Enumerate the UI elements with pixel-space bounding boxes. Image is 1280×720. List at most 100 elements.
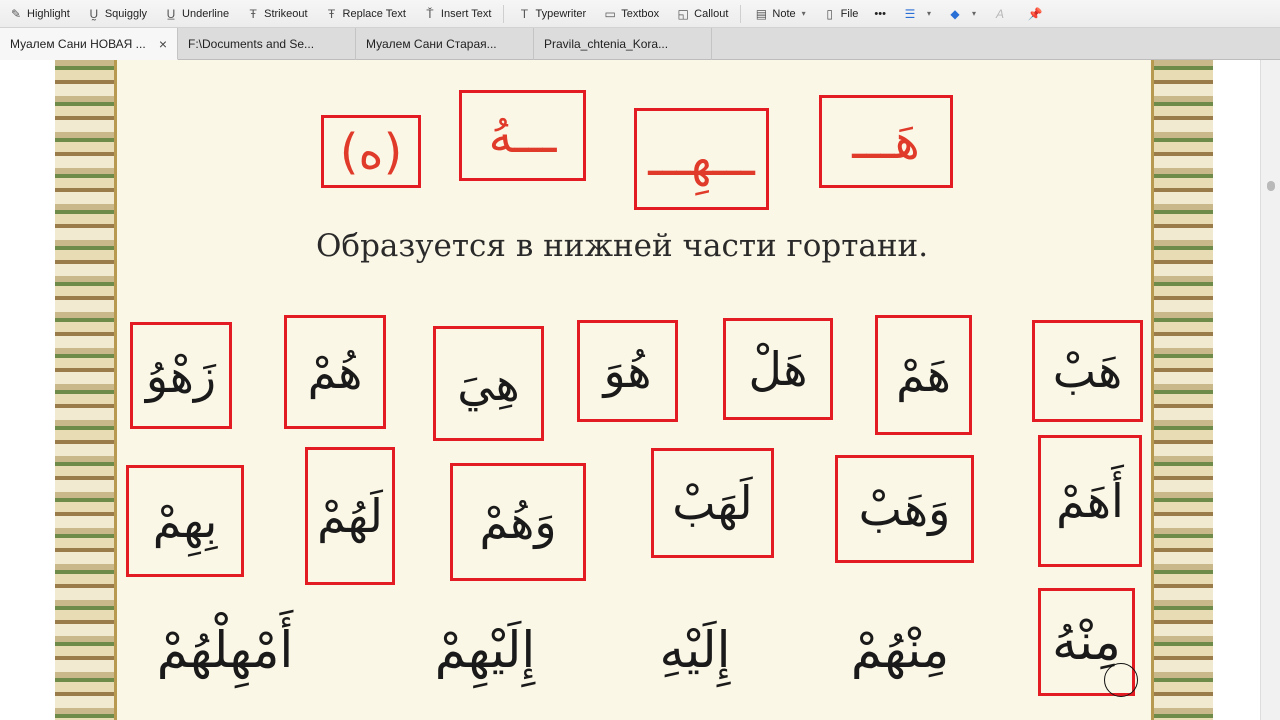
tab-document-3[interactable]: Муалем Сани Старая... xyxy=(356,28,534,60)
tab-document-4[interactable]: Pravila_chtenia_Kora... xyxy=(534,28,712,60)
chevron-down-icon: ▾ xyxy=(801,9,806,18)
squiggly-icon: Ṵ xyxy=(89,6,99,21)
word-box: زَهْوُ xyxy=(130,322,232,429)
tab-label: Муалем Сани НОВАЯ ... xyxy=(10,36,146,51)
textbox-label: Textbox xyxy=(621,7,660,20)
tab-label: F:\Documents and Se... xyxy=(188,37,315,51)
toolbar-divider xyxy=(740,4,742,23)
arabic-word: مِنْهُمْ xyxy=(850,621,950,679)
underline-icon: U̲ xyxy=(166,6,176,21)
typewriter-icon: T xyxy=(520,6,529,21)
letter-form-isolated: (ه) xyxy=(339,123,403,180)
strikeout-icon: Ŧ xyxy=(249,6,257,21)
arabic-word: لَهُمْ xyxy=(317,489,383,543)
arabic-word: هَمْ xyxy=(896,348,951,402)
arabic-word: هِيَ xyxy=(457,356,520,411)
toolbar-divider xyxy=(503,4,505,23)
letter-form-box: هَـــ xyxy=(819,95,953,188)
underline-label: Underline xyxy=(182,7,230,20)
note-tool[interactable]: ▤ Note ▾ xyxy=(745,0,813,28)
arabic-word: إِلَيْهِ xyxy=(659,621,731,679)
word-box: هِيَ xyxy=(433,326,544,441)
strikeout-tool[interactable]: Ŧ Strikeout xyxy=(237,0,315,28)
replace-text-label: Replace Text xyxy=(342,7,406,20)
more-button[interactable]: ••• xyxy=(866,0,894,28)
textbox-icon: ▭ xyxy=(604,6,616,21)
highlight-tool[interactable]: ✎ Highlight xyxy=(0,0,78,28)
arabic-word: أَمْهِلْهُمْ xyxy=(156,621,294,679)
arabic-word: إِلَيْهِمْ xyxy=(434,621,536,679)
insert-text-label: Insert Text xyxy=(440,7,492,20)
mouse-cursor-indicator xyxy=(1104,663,1138,697)
callout-label: Callout xyxy=(694,7,729,20)
typewriter-tool[interactable]: T Typewriter xyxy=(508,0,594,28)
note-icon: ▤ xyxy=(755,6,768,21)
file-tool[interactable]: ▯ File xyxy=(814,0,867,28)
word-box: هَلْ xyxy=(723,318,833,420)
fill-color-button[interactable]: ◆ ▾ xyxy=(939,0,984,28)
document-tabs: Муалем Сани НОВАЯ ... × F:\Documents and… xyxy=(0,28,1280,60)
arabic-word: وَهُمْ xyxy=(479,495,557,549)
more-label: ••• xyxy=(874,7,886,20)
tab-label: Pravila_chtenia_Kora... xyxy=(544,37,669,51)
word-box: هُمْ xyxy=(284,315,386,429)
arabic-word: وَهَبْ xyxy=(858,482,951,536)
squiggly-label: Squiggly xyxy=(104,7,148,20)
highlight-icon: ✎ xyxy=(10,6,22,21)
note-label: Note xyxy=(772,7,796,20)
line-style-button[interactable]: ☰ ▾ xyxy=(894,0,939,28)
word-box: لَهَبْ xyxy=(651,448,774,558)
arabic-word: مِنْهُ xyxy=(1052,613,1121,671)
file-label: File xyxy=(840,7,859,20)
replace-text-icon: Ŧ xyxy=(327,6,336,21)
word-box: هَبْ xyxy=(1032,320,1143,422)
arabic-word: هَلْ xyxy=(748,342,808,396)
word-box: هُوَ xyxy=(577,320,678,422)
annotation-toolbar: ✎ Highlight Ṵ Squiggly U̲ Underline Ŧ Strike… xyxy=(0,0,1280,28)
scrollbar-thumb[interactable] xyxy=(1267,181,1275,191)
word-box: لَهُمْ xyxy=(305,447,395,585)
word-box: أَهَمْ xyxy=(1038,435,1142,567)
strikeout-label: Strikeout xyxy=(264,7,308,20)
pin-button[interactable]: 📌 xyxy=(1019,0,1054,28)
arabic-word: لَهَبْ xyxy=(672,476,753,530)
typewriter-label: Typewriter xyxy=(535,7,587,20)
word-box: بِهِمْ xyxy=(126,465,244,577)
ornamental-border-left xyxy=(55,60,117,720)
pin-icon: 📌 xyxy=(1027,6,1043,21)
squiggly-tool[interactable]: Ṵ Squiggly xyxy=(78,0,155,28)
word-box: هَمْ xyxy=(875,315,972,435)
underline-tool[interactable]: U̲ Underline xyxy=(155,0,237,28)
callout-tool[interactable]: ◱ Callout xyxy=(667,0,736,28)
arabic-word: هُمْ xyxy=(307,345,363,399)
highlight-label: Highlight xyxy=(27,7,70,20)
fill-color-icon: ◆ xyxy=(950,6,960,21)
letter-form-medial: ـــهِـــ xyxy=(648,131,755,187)
arabic-word: أَهَمْ xyxy=(1056,474,1124,528)
word-box: وَهَبْ xyxy=(835,455,974,563)
file-icon: ▯ xyxy=(826,6,833,21)
arabic-word: زَهْوُ xyxy=(145,348,217,403)
close-icon[interactable]: × xyxy=(159,36,167,52)
arabic-word: هُوَ xyxy=(603,344,652,398)
vertical-scrollbar[interactable] xyxy=(1260,60,1280,720)
chevron-down-icon: ▾ xyxy=(971,9,976,18)
tab-label: Муалем Сани Старая... xyxy=(366,37,497,51)
insert-text-icon: Ť xyxy=(426,6,434,21)
tab-document-1[interactable]: Муалем Сани НОВАЯ ... × xyxy=(0,28,178,60)
word-box: وَهُمْ xyxy=(450,463,586,581)
replace-text-tool[interactable]: Ŧ Replace Text xyxy=(316,0,414,28)
font-style-button[interactable]: A xyxy=(984,0,1019,28)
insert-text-tool[interactable]: Ť Insert Text xyxy=(414,0,500,28)
ornamental-border-right xyxy=(1151,60,1213,720)
letter-form-initial: هَـــ xyxy=(852,113,920,170)
textbox-tool[interactable]: ▭ Textbox xyxy=(594,0,667,28)
arabic-word: هَبْ xyxy=(1052,344,1123,398)
letter-form-box: ـــهُ xyxy=(459,90,586,181)
callout-icon: ◱ xyxy=(677,6,689,21)
letter-form-final: ـــهُ xyxy=(488,107,557,164)
tab-document-2[interactable]: F:\Documents and Se... xyxy=(178,28,356,60)
arabic-word: بِهِمْ xyxy=(152,494,218,548)
letter-form-box: ـــهِـــ xyxy=(634,108,769,210)
font-style-icon: A xyxy=(995,6,1004,21)
